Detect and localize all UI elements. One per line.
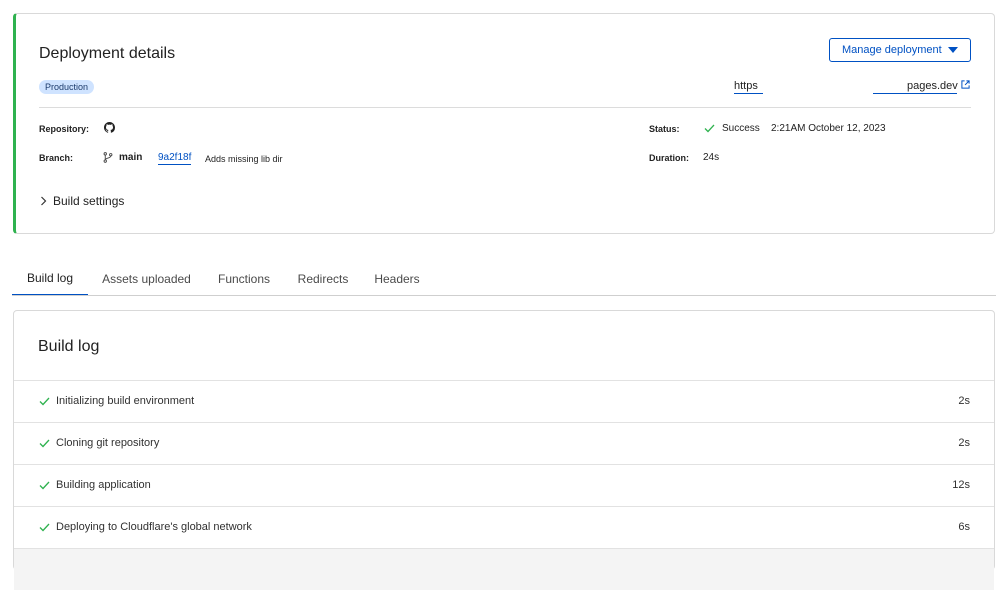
build-step-label: Cloning git repository (56, 437, 160, 449)
build-step-row[interactable]: Cloning git repository 2s (14, 422, 994, 464)
build-step-row[interactable]: Initializing build environment 2s (14, 380, 994, 422)
build-step-duration: 6s (958, 521, 970, 533)
build-step-duration: 2s (958, 437, 970, 449)
status-label: Status: (649, 124, 680, 134)
build-log-title: Build log (38, 338, 100, 355)
build-step-duration: 2s (958, 395, 970, 407)
external-link-icon[interactable] (961, 80, 970, 89)
branch-icon (103, 152, 113, 163)
tab-redirects[interactable]: Redirects (287, 262, 359, 296)
build-settings-toggle[interactable]: Build settings (39, 194, 124, 208)
details-divider (39, 107, 971, 108)
commit-message: Adds missing lib dir (205, 154, 283, 164)
manage-deployment-button[interactable]: Manage deployment (829, 38, 971, 62)
build-step-row-partial (14, 548, 994, 590)
deployment-url-start[interactable]: https (734, 80, 758, 92)
build-step-row[interactable]: Building application 12s (14, 464, 994, 506)
check-icon (704, 124, 715, 133)
duration-value: 24s (703, 152, 720, 163)
status-time: 2:21AM October 12, 2023 (771, 123, 886, 134)
url-underline-left (734, 93, 763, 94)
status-value: Success (722, 123, 760, 134)
repository-label: Repository: (39, 124, 90, 134)
tab-headers[interactable]: Headers (367, 262, 427, 296)
caret-down-icon (948, 47, 958, 53)
check-icon (39, 397, 50, 406)
deployment-url-end[interactable]: pages.dev (907, 80, 958, 92)
tab-functions[interactable]: Functions (209, 262, 279, 296)
build-step-label: Building application (56, 479, 151, 491)
tab-build-log[interactable]: Build log (12, 262, 88, 296)
environment-badge: Production (39, 80, 95, 94)
check-icon (39, 481, 50, 490)
commit-hash-link[interactable]: 9a2f18f (158, 152, 192, 165)
build-step-row[interactable]: Deploying to Cloudflare's global network… (14, 506, 994, 548)
chevron-right-icon (41, 196, 47, 206)
deployment-details-card: Deployment details Manage deployment Pro… (13, 13, 995, 234)
check-icon (39, 439, 50, 448)
build-settings-label: Build settings (53, 194, 125, 208)
manage-deployment-label: Manage deployment (842, 44, 942, 56)
check-icon (39, 523, 50, 532)
tab-assets-uploaded[interactable]: Assets uploaded (92, 262, 201, 296)
build-step-duration: 12s (952, 479, 970, 491)
build-log-card: Build log Initializing build environment… (13, 310, 995, 590)
build-step-label: Initializing build environment (56, 395, 195, 407)
tabs-divider (12, 295, 996, 296)
duration-label: Duration: (649, 153, 689, 163)
url-underline-right (873, 93, 957, 94)
branch-name: main (119, 152, 143, 163)
deployment-title: Deployment details (39, 45, 176, 62)
branch-label: Branch: (39, 153, 74, 163)
build-step-label: Deploying to Cloudflare's global network (56, 521, 252, 533)
github-icon[interactable] (104, 122, 115, 133)
